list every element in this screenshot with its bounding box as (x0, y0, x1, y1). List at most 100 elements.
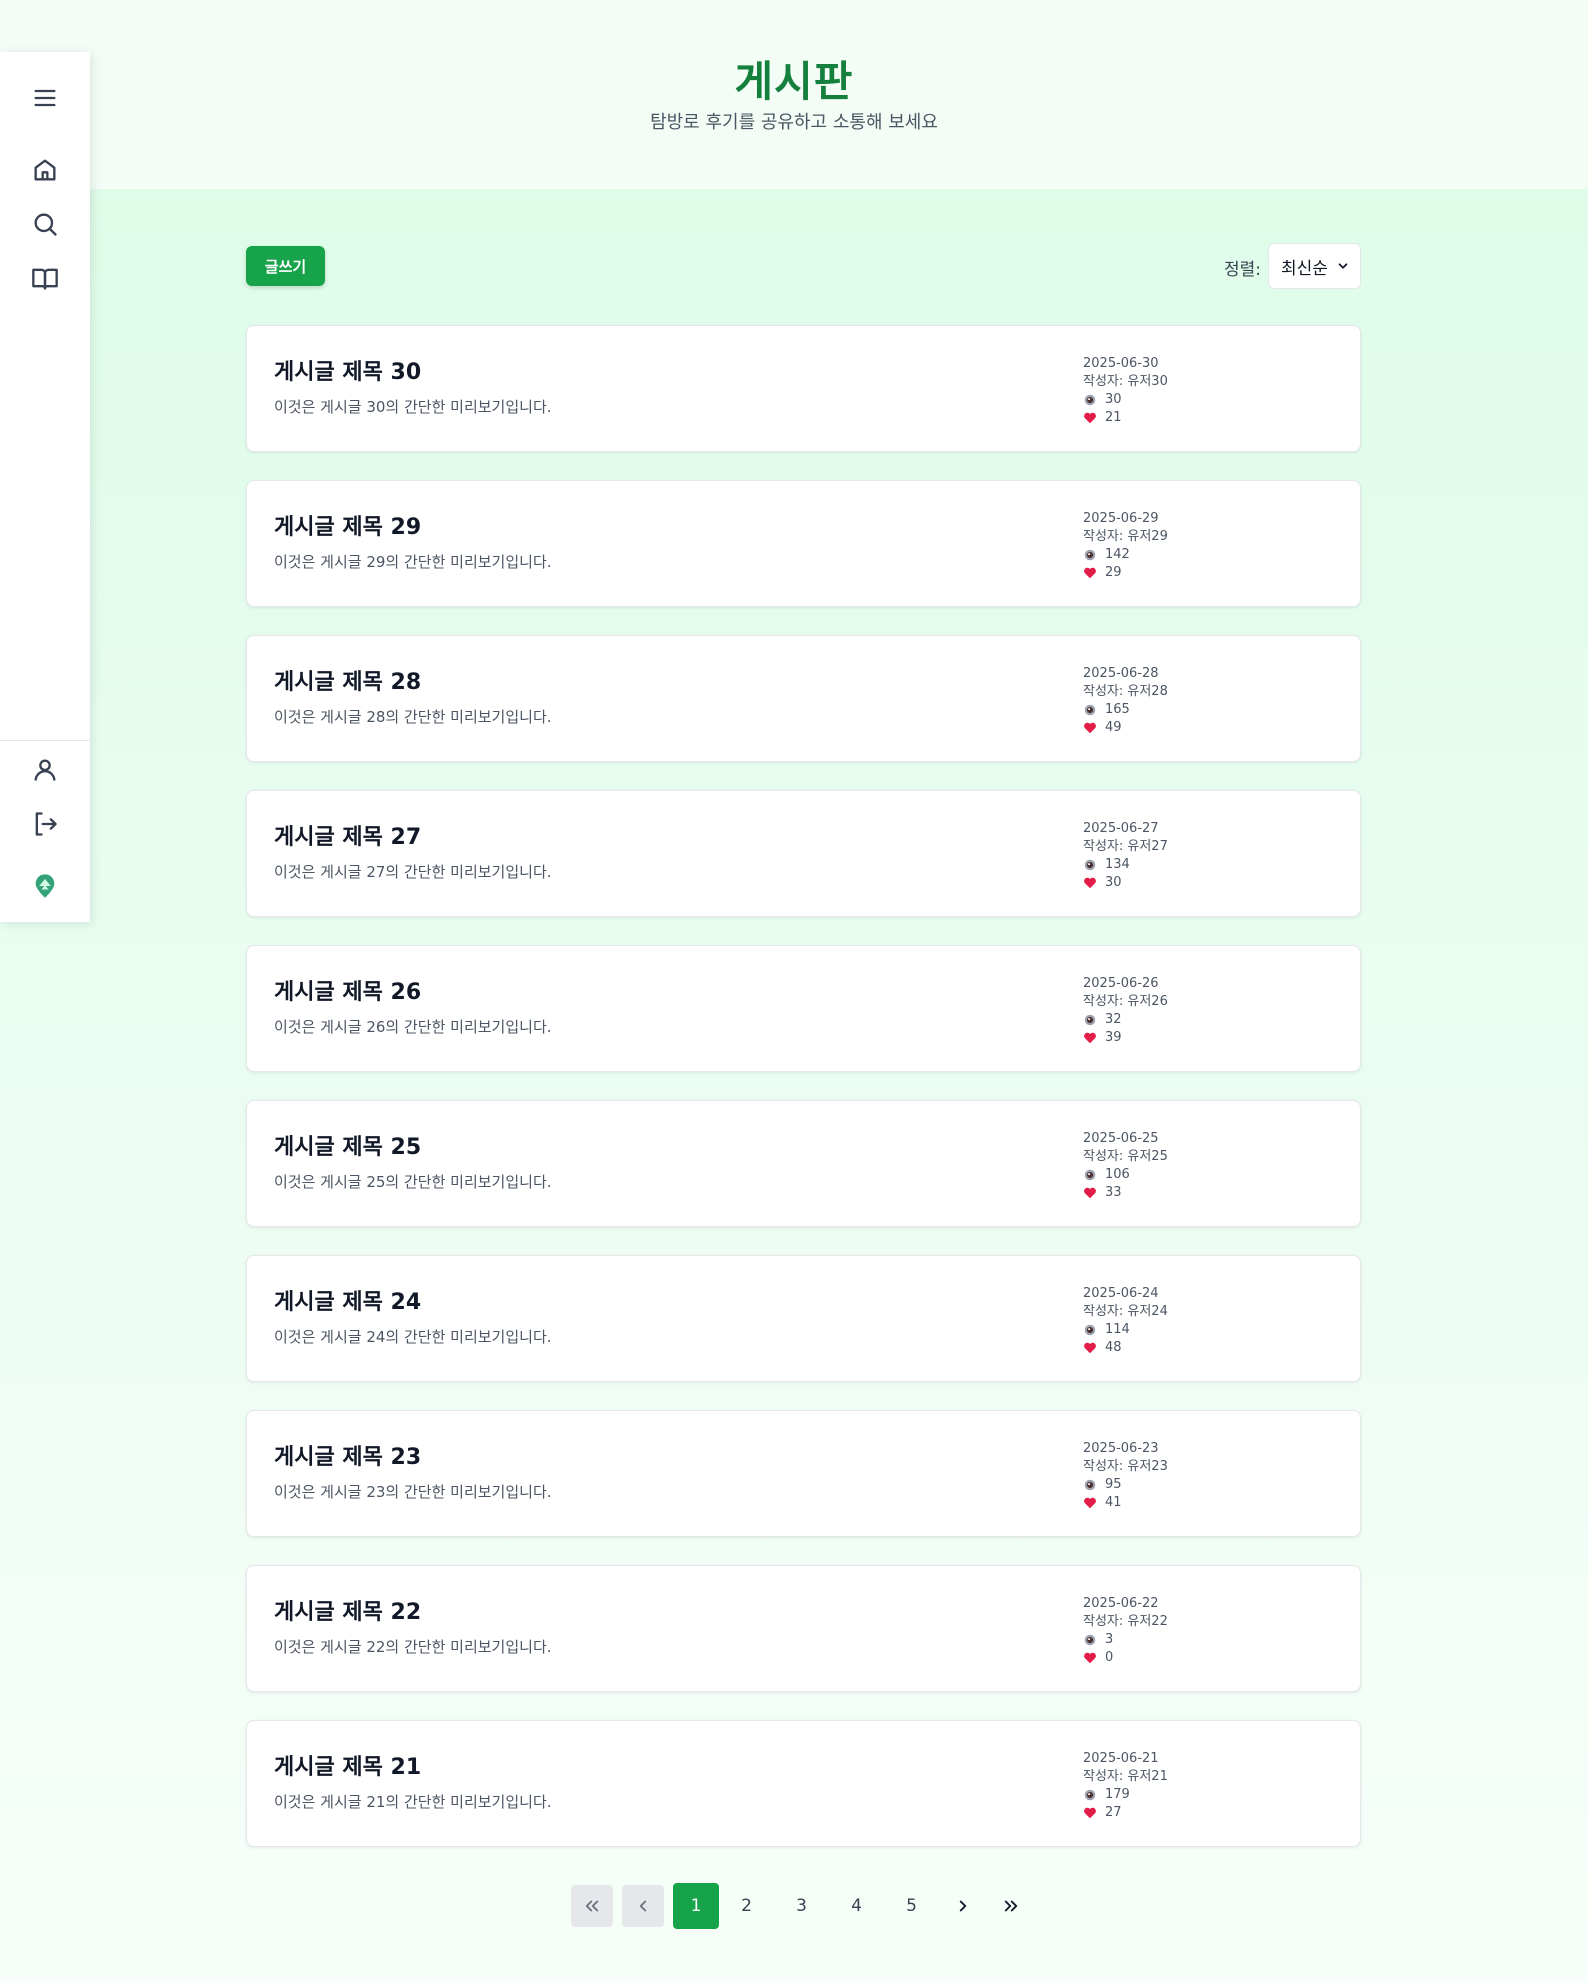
post-likes: 49 (1105, 720, 1122, 735)
post-card[interactable]: 게시글 제목 21 이것은 게시글 21의 간단한 미리보기입니다. 2025-… (246, 1720, 1361, 1847)
page-button-5[interactable]: 5 (884, 1885, 939, 1927)
book-icon[interactable] (25, 258, 65, 298)
post-card[interactable]: 게시글 제목 27 이것은 게시글 27의 간단한 미리보기입니다. 2025-… (246, 790, 1361, 917)
post-meta: 2025-06-25 작성자: 유저25 106 33 (1083, 1130, 1168, 1202)
eye-icon (1084, 1479, 1096, 1491)
page-title: 게시판 (734, 57, 854, 106)
post-title[interactable]: 게시글 제목 28 (274, 664, 421, 696)
post-views: 114 (1105, 1322, 1130, 1337)
post-title[interactable]: 게시글 제목 24 (274, 1284, 421, 1316)
post-author: 작성자: 유저27 (1083, 839, 1168, 854)
post-author: 작성자: 유저23 (1083, 1459, 1168, 1474)
sort-select[interactable]: 최신순 (1268, 243, 1361, 289)
post-meta: 2025-06-21 작성자: 유저21 179 27 (1083, 1750, 1168, 1822)
logo-icon[interactable] (25, 866, 65, 906)
post-preview: 이것은 게시글 25의 간단한 미리보기입니다. (274, 1173, 552, 1191)
post-meta: 2025-06-22 작성자: 유저22 3 0 (1083, 1595, 1168, 1667)
heart-icon (1084, 567, 1096, 579)
post-likes: 39 (1105, 1030, 1122, 1045)
logout-icon[interactable] (25, 804, 65, 844)
heart-icon (1084, 1497, 1096, 1509)
heart-icon (1084, 1187, 1096, 1199)
page-button-1[interactable]: 1 (673, 1883, 719, 1929)
post-preview: 이것은 게시글 21의 간단한 미리보기입니다. (274, 1793, 552, 1811)
post-title[interactable]: 게시글 제목 27 (274, 819, 421, 851)
search-icon[interactable] (25, 204, 65, 244)
post-card[interactable]: 게시글 제목 26 이것은 게시글 26의 간단한 미리보기입니다. 2025-… (246, 945, 1361, 1072)
post-meta: 2025-06-29 작성자: 유저29 142 29 (1083, 510, 1168, 582)
post-views: 32 (1105, 1012, 1122, 1027)
post-preview: 이것은 게시글 23의 간단한 미리보기입니다. (274, 1483, 552, 1501)
post-title[interactable]: 게시글 제목 30 (274, 354, 421, 386)
post-preview: 이것은 게시글 24의 간단한 미리보기입니다. (274, 1328, 552, 1346)
post-date: 2025-06-21 (1083, 1751, 1159, 1766)
post-views: 179 (1105, 1787, 1130, 1802)
sort-label: 정렬: (1223, 260, 1261, 280)
eye-icon (1084, 1324, 1096, 1336)
page-button-4[interactable]: 4 (829, 1885, 884, 1927)
page-button-3[interactable]: 3 (774, 1885, 829, 1927)
post-card[interactable]: 게시글 제목 24 이것은 게시글 24의 간단한 미리보기입니다. 2025-… (246, 1255, 1361, 1382)
chevron-left-icon (639, 1900, 647, 1912)
menu-icon[interactable] (25, 78, 65, 118)
post-title[interactable]: 게시글 제목 25 (274, 1129, 421, 1161)
post-meta: 2025-06-27 작성자: 유저27 134 30 (1083, 820, 1168, 892)
post-author: 작성자: 유저30 (1083, 374, 1168, 389)
write-post-button[interactable]: 글쓰기 (246, 246, 325, 286)
eye-icon (1084, 1789, 1096, 1801)
post-views: 3 (1105, 1632, 1114, 1647)
post-title[interactable]: 게시글 제목 21 (274, 1749, 421, 1781)
post-title[interactable]: 게시글 제목 22 (274, 1594, 421, 1626)
post-author: 작성자: 유저22 (1083, 1614, 1168, 1629)
heart-icon (1084, 1807, 1096, 1819)
post-meta: 2025-06-24 작성자: 유저24 114 48 (1083, 1285, 1168, 1357)
home-icon[interactable] (25, 150, 65, 190)
post-author: 작성자: 유저26 (1083, 994, 1168, 1009)
post-card[interactable]: 게시글 제목 28 이것은 게시글 28의 간단한 미리보기입니다. 2025-… (246, 635, 1361, 762)
heart-icon (1084, 1652, 1096, 1664)
post-title[interactable]: 게시글 제목 29 (274, 509, 421, 541)
post-views: 142 (1105, 547, 1130, 562)
post-preview: 이것은 게시글 29의 간단한 미리보기입니다. (274, 553, 552, 571)
post-likes: 30 (1105, 875, 1122, 890)
eye-icon (1084, 1169, 1096, 1181)
post-date: 2025-06-23 (1083, 1441, 1159, 1456)
page-button-2[interactable]: 2 (719, 1885, 774, 1927)
toolbar: 글쓰기 정렬: 최신순 (246, 243, 1361, 289)
eye-icon (1084, 704, 1096, 716)
page-header: 게시판 탐방로 후기를 공유하고 소통해 보세요 (0, 0, 1588, 189)
post-title[interactable]: 게시글 제목 23 (274, 1439, 421, 1471)
eye-icon (1084, 859, 1096, 871)
post-preview: 이것은 게시글 22의 간단한 미리보기입니다. (274, 1638, 552, 1656)
heart-icon (1084, 1342, 1096, 1354)
user-icon[interactable] (25, 750, 65, 790)
post-date: 2025-06-28 (1083, 666, 1159, 681)
double-chevron-left-icon (585, 1900, 599, 1912)
post-preview: 이것은 게시글 26의 간단한 미리보기입니다. (274, 1018, 552, 1036)
post-card[interactable]: 게시글 제목 23 이것은 게시글 23의 간단한 미리보기입니다. 2025-… (246, 1410, 1361, 1537)
post-card[interactable]: 게시글 제목 30 이것은 게시글 30의 간단한 미리보기입니다. 2025-… (246, 325, 1361, 452)
post-views: 30 (1105, 392, 1122, 407)
next-page-button[interactable] (939, 1885, 987, 1927)
prev-page-button[interactable] (622, 1885, 664, 1927)
post-likes: 27 (1105, 1805, 1122, 1820)
post-views: 106 (1105, 1167, 1130, 1182)
post-card[interactable]: 게시글 제목 22 이것은 게시글 22의 간단한 미리보기입니다. 2025-… (246, 1565, 1361, 1692)
heart-icon (1084, 722, 1096, 734)
last-page-button[interactable] (987, 1885, 1035, 1927)
post-author: 작성자: 유저25 (1083, 1149, 1168, 1164)
post-date: 2025-06-27 (1083, 821, 1159, 836)
post-meta: 2025-06-28 작성자: 유저28 165 49 (1083, 665, 1168, 737)
post-card[interactable]: 게시글 제목 25 이것은 게시글 25의 간단한 미리보기입니다. 2025-… (246, 1100, 1361, 1227)
page-subtitle: 탐방로 후기를 공유하고 소통해 보세요 (650, 112, 938, 133)
eye-icon (1084, 394, 1096, 406)
post-date: 2025-06-29 (1083, 511, 1159, 526)
post-likes: 48 (1105, 1340, 1122, 1355)
first-page-button[interactable] (571, 1885, 613, 1927)
post-title[interactable]: 게시글 제목 26 (274, 974, 421, 1006)
post-card[interactable]: 게시글 제목 29 이것은 게시글 29의 간단한 미리보기입니다. 2025-… (246, 480, 1361, 607)
chevron-down-icon (1338, 263, 1348, 269)
post-author: 작성자: 유저24 (1083, 1304, 1168, 1319)
post-likes: 33 (1105, 1185, 1122, 1200)
post-meta: 2025-06-30 작성자: 유저30 30 21 (1083, 355, 1168, 427)
